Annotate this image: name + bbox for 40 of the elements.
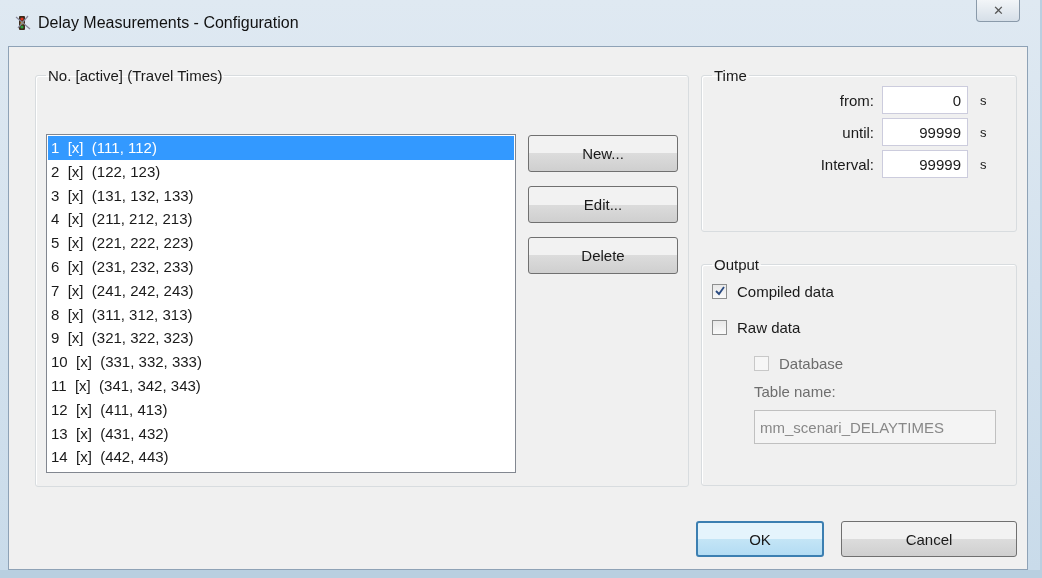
window-title: Delay Measurements - Configuration [38,14,299,32]
checkbox[interactable] [712,319,727,335]
dialog-button[interactable]: OK [696,521,824,557]
list-item[interactable]: 5 [x] (221, 222, 223) [48,231,514,255]
list-item[interactable]: 10 [x] (331, 332, 333) [48,350,514,374]
dialog-button[interactable]: Cancel [841,521,1017,557]
list-item[interactable]: 13 [x] (431, 432) [48,421,514,446]
input-field[interactable]: 99999 [882,150,968,178]
field-label: Interval: [819,155,874,173]
field-label: until: [841,123,874,141]
list-item[interactable]: 4 [x] (211, 212, 213) [48,207,514,232]
unit-label: s [979,124,988,140]
unit-label: s [979,92,988,108]
close-button[interactable]: ✕ [976,0,1020,22]
list-item[interactable]: 8 [x] (311, 312, 313) [48,302,514,327]
list-item[interactable]: 2 [x] (122, 123) [48,159,514,184]
action-button[interactable]: Edit... [528,186,678,223]
list-item[interactable]: 12 [x] (411, 413) [48,397,514,422]
list-item[interactable]: 6 [x] (231, 232, 233) [48,255,514,279]
list-item[interactable]: 3 [x] (131, 132, 133) [48,183,514,208]
list-item[interactable]: 14 [x] (442, 443) [48,445,514,470]
group-title: Output [713,256,761,273]
group-title: Time [713,67,748,84]
field-label: from: [838,91,874,109]
action-button[interactable]: New... [528,135,678,172]
checkbox[interactable] [712,283,727,299]
unit-label: s [979,156,988,172]
list-item[interactable]: 7 [x] (241, 242, 243) [48,278,514,303]
traffic-light-icon [14,14,32,32]
input-field[interactable]: 99999 [882,118,968,146]
checkbox-label: Database [779,354,844,372]
input-field[interactable]: 0 [882,86,968,114]
checkbox-label: Compiled data [737,282,834,300]
action-button[interactable]: Delete [528,237,678,274]
list-item[interactable]: 9 [x] (321, 322, 323) [48,326,514,351]
checkbox-label: Raw data [737,318,801,336]
list-box[interactable] [46,134,516,473]
list-item[interactable]: 11 [x] (341, 342, 343) [48,373,514,398]
field-label: Table name: [754,383,837,400]
group-title: No. [active] (Travel Times) [47,67,224,84]
